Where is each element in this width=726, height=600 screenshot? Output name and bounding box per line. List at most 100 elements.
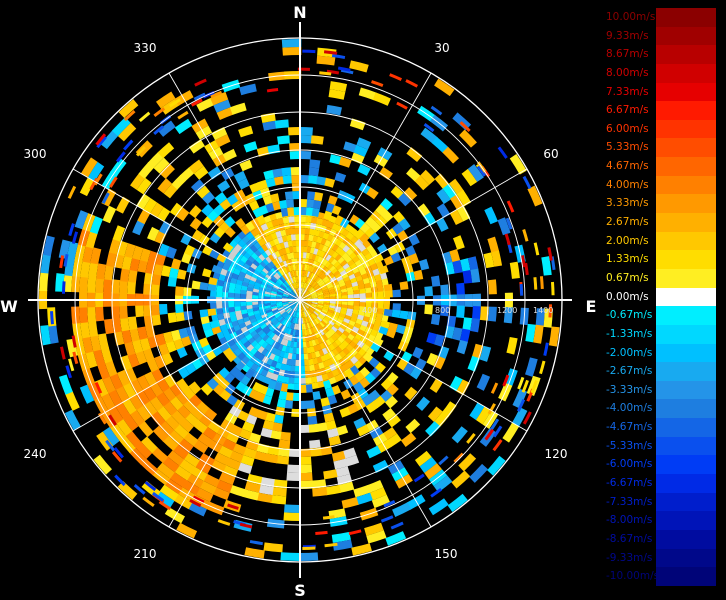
velocity-cell: [246, 301, 253, 306]
legend-swatch: [656, 380, 716, 400]
legend-row: -6.00m/s: [604, 455, 716, 475]
legend-swatch: [656, 343, 716, 363]
legend-row: -9.33m/s: [604, 548, 716, 568]
velocity-cell: [399, 310, 409, 320]
legend-swatch: [656, 250, 716, 269]
velocity-cell: [112, 225, 126, 242]
velocity-cell: [533, 277, 538, 290]
velocity-cell: [305, 377, 312, 384]
legend-row: 4.67m/s: [604, 157, 716, 176]
velocity-cell: [484, 206, 498, 225]
velocity-cell: [281, 38, 302, 48]
velocity-cell: [170, 258, 182, 270]
velocity-cell: [365, 292, 372, 299]
velocity-cell: [304, 365, 311, 372]
legend-row: 3.33m/s: [604, 194, 716, 214]
velocity-cell: [543, 342, 549, 356]
velocity-cell: [492, 439, 503, 452]
velocity-cell: [159, 303, 168, 315]
legend-row: 10.00m/s: [604, 8, 716, 27]
legend-label: 0.67m/s: [606, 271, 649, 284]
legend-row: 0.67m/s: [604, 268, 716, 288]
velocity-cell: [383, 302, 390, 310]
velocity-cell: [123, 139, 134, 151]
legend-swatch: [656, 8, 716, 27]
velocity-cell: [286, 472, 300, 481]
velocity-cell: [341, 294, 348, 299]
velocity-cell: [490, 382, 499, 394]
legend-label: -10.00m/s: [606, 570, 660, 583]
velocity-cell: [308, 423, 319, 433]
velocity-cell: [229, 102, 247, 115]
east-label: E: [586, 297, 597, 316]
velocity-cell: [302, 546, 316, 550]
velocity-cell: [300, 151, 312, 160]
velocity-cell: [281, 167, 292, 177]
legend-swatch: [656, 268, 716, 288]
velocity-cell: [274, 176, 285, 186]
legend-row: 5.33m/s: [604, 138, 716, 158]
velocity-cell: [240, 301, 247, 307]
velocity-cell: [79, 275, 89, 293]
velocity-cell: [341, 497, 359, 509]
velocity-cell: [216, 290, 223, 298]
velocity-cell: [151, 314, 162, 326]
velocity-cell: [364, 287, 372, 294]
legend-row: 9.33m/s: [604, 26, 716, 46]
legend-swatch: [656, 529, 716, 549]
legend-swatch: [656, 474, 716, 493]
velocity-cell: [451, 470, 471, 489]
velocity-cell: [202, 268, 212, 278]
legend-label: 1.33m/s: [606, 253, 649, 266]
velocity-cell: [506, 200, 515, 213]
legend-label: 8.00m/s: [606, 66, 649, 79]
velocity-cell: [438, 455, 449, 466]
velocity-cell: [506, 336, 518, 355]
legend-row: 2.67m/s: [604, 213, 716, 232]
velocity-cell: [509, 261, 520, 279]
velocity-cell: [391, 309, 401, 319]
legend-swatch: [656, 119, 716, 139]
velocity-cell: [243, 141, 258, 153]
velocity-cell: [61, 281, 66, 294]
velocity-cell: [289, 228, 296, 235]
velocity-cell: [114, 474, 126, 487]
velocity-cell: [101, 188, 117, 207]
velocity-cell: [142, 496, 155, 508]
velocity-cell: [377, 291, 384, 298]
velocity-legend: 10.00m/s 9.33m/s 8.67m/s 8.00m/s 7.33m/s 6.67…: [604, 8, 716, 586]
legend-swatch: [656, 436, 716, 456]
velocity-cell: [334, 172, 347, 183]
velocity-cell: [487, 306, 497, 322]
range-label-800: 800: [435, 306, 450, 315]
velocity-cell: [167, 312, 177, 324]
range-label-1200: 1200: [497, 306, 517, 315]
velocity-cell: [404, 386, 418, 401]
velocity-cell: [305, 384, 313, 393]
velocity-cell: [487, 279, 497, 295]
velocity-cell: [467, 355, 480, 372]
velocity-cell: [119, 305, 128, 319]
polar-grid: [28, 22, 572, 578]
velocity-cell: [412, 346, 424, 359]
velocity-cell: [300, 127, 313, 136]
velocity-cell: [293, 383, 300, 390]
bearing-label-240: 240: [24, 447, 47, 461]
legend-swatch: [656, 82, 716, 102]
velocity-cell: [416, 396, 431, 412]
velocity-cell: [298, 552, 319, 561]
legend-label: 6.67m/s: [606, 104, 649, 117]
velocity-cell: [348, 529, 362, 536]
velocity-cell: [191, 280, 201, 290]
velocity-cell: [436, 203, 451, 219]
legend-swatch: [656, 287, 716, 307]
velocity-cell: [396, 101, 408, 110]
legend-label: -3.33m/s: [606, 383, 653, 396]
velocity-cell: [189, 217, 202, 231]
velocity-cell: [456, 339, 468, 355]
legend-label: 2.00m/s: [606, 234, 649, 247]
legend-swatch: [656, 45, 716, 64]
velocity-cell: [453, 452, 464, 464]
velocity-cell: [349, 60, 369, 73]
velocity-cell: [300, 135, 313, 144]
